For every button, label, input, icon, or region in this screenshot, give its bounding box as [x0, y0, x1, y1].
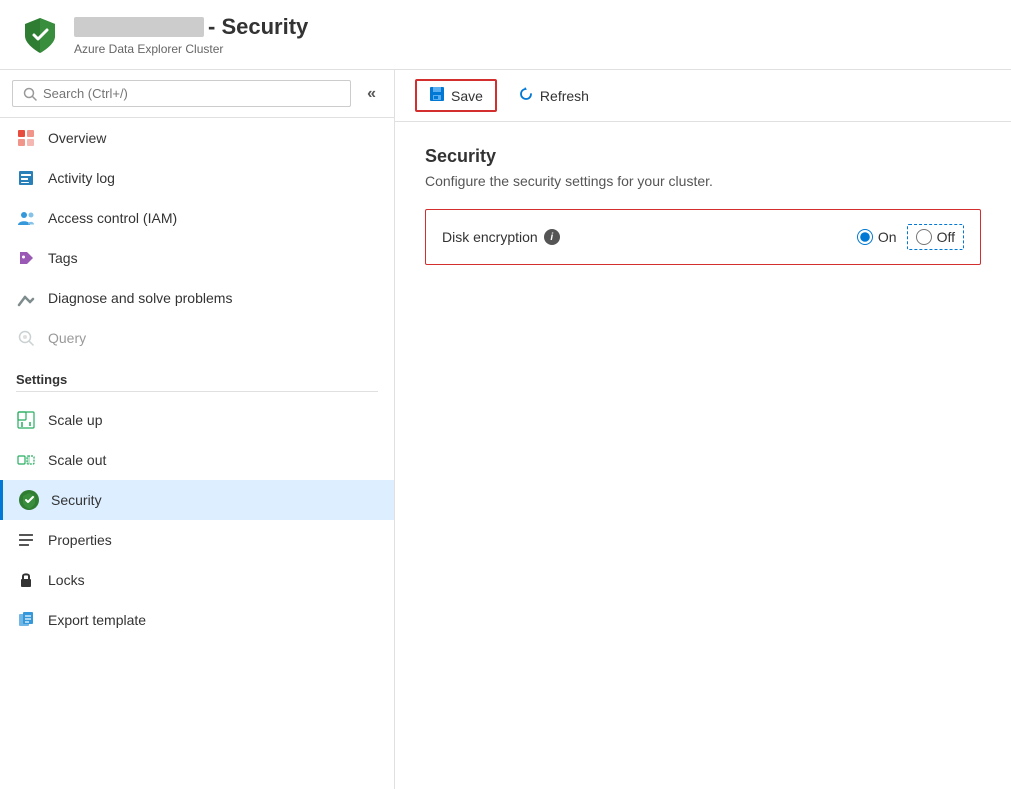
- sidebar-item-locks-label: Locks: [48, 572, 85, 588]
- sidebar-search-box[interactable]: [12, 80, 351, 107]
- security-nav-icon: [19, 490, 39, 510]
- header-subtitle: Azure Data Explorer Cluster: [74, 42, 308, 56]
- refresh-icon: [518, 86, 534, 105]
- refresh-button-label: Refresh: [540, 88, 589, 104]
- sidebar-item-properties[interactable]: Properties: [0, 520, 394, 560]
- sidebar-item-scale-out[interactable]: Scale out: [0, 440, 394, 480]
- refresh-button[interactable]: Refresh: [505, 80, 602, 111]
- disk-encryption-label: Disk encryption i: [442, 229, 857, 245]
- sidebar-item-tags-label: Tags: [48, 250, 78, 266]
- sidebar-item-diagnose[interactable]: Diagnose and solve problems: [0, 278, 394, 318]
- collapse-button[interactable]: «: [361, 81, 382, 107]
- sidebar-search-row: «: [0, 70, 394, 118]
- sidebar-item-locks[interactable]: Locks: [0, 560, 394, 600]
- disk-encryption-off-label: Off: [937, 229, 955, 245]
- sidebar: « Overview Activity log: [0, 70, 395, 789]
- disk-encryption-info-icon[interactable]: i: [544, 229, 560, 245]
- sidebar-item-overview[interactable]: Overview: [0, 118, 394, 158]
- disk-encryption-on-label: On: [878, 229, 897, 245]
- sidebar-item-scale-up[interactable]: Scale up: [0, 400, 394, 440]
- save-button[interactable]: Save: [415, 79, 497, 112]
- tags-icon: [16, 248, 36, 268]
- sidebar-item-scale-up-label: Scale up: [48, 412, 102, 428]
- access-control-icon: [16, 208, 36, 228]
- sidebar-item-properties-label: Properties: [48, 532, 112, 548]
- sidebar-item-tags[interactable]: Tags: [0, 238, 394, 278]
- locks-icon: [16, 570, 36, 590]
- sidebar-item-access-control[interactable]: Access control (IAM): [0, 198, 394, 238]
- search-icon: [23, 87, 37, 101]
- header-title: - Security: [208, 14, 308, 40]
- sidebar-item-scale-out-label: Scale out: [48, 452, 106, 468]
- search-input[interactable]: [43, 86, 340, 101]
- main-container: « Overview Activity log: [0, 70, 1011, 789]
- disk-encryption-off-option[interactable]: Off: [916, 229, 955, 245]
- save-icon: [429, 86, 445, 105]
- settings-divider: [16, 391, 378, 392]
- toolbar: Save Refresh: [395, 70, 1011, 122]
- export-template-icon: [16, 610, 36, 630]
- sidebar-item-activity-log[interactable]: Activity log: [0, 158, 394, 198]
- scale-up-icon: [16, 410, 36, 430]
- activity-log-icon: [16, 168, 36, 188]
- scale-out-icon: [16, 450, 36, 470]
- sidebar-item-overview-label: Overview: [48, 130, 106, 146]
- disk-encryption-radio-group: On Off: [857, 224, 964, 250]
- overview-icon: [16, 128, 36, 148]
- disk-encryption-off-wrapper: Off: [907, 224, 964, 250]
- sidebar-item-export-template[interactable]: Export template: [0, 600, 394, 640]
- panel-description: Configure the security settings for your…: [425, 173, 981, 189]
- header: - Security Azure Data Explorer Cluster: [0, 0, 1011, 70]
- diagnose-icon: [16, 288, 36, 308]
- panel-title: Security: [425, 146, 981, 167]
- query-icon: [16, 328, 36, 348]
- content-area: Save Refresh Security Configure the secu…: [395, 70, 1011, 789]
- disk-encryption-on-option[interactable]: On: [857, 229, 897, 245]
- disk-encryption-on-radio[interactable]: [857, 229, 873, 245]
- sidebar-item-query: Query: [0, 318, 394, 358]
- content-panel: Security Configure the security settings…: [395, 122, 1011, 789]
- cluster-name-blurred: [74, 17, 204, 37]
- disk-encryption-off-radio[interactable]: [916, 229, 932, 245]
- sidebar-item-access-control-label: Access control (IAM): [48, 210, 177, 226]
- sidebar-item-diagnose-label: Diagnose and solve problems: [48, 290, 232, 306]
- sidebar-item-activity-log-label: Activity log: [48, 170, 115, 186]
- shield-icon: [20, 15, 60, 55]
- sidebar-item-security-label: Security: [51, 492, 102, 508]
- settings-section-header: Settings: [0, 358, 394, 391]
- disk-encryption-row: Disk encryption i On Off: [425, 209, 981, 265]
- save-button-label: Save: [451, 88, 483, 104]
- sidebar-item-query-label: Query: [48, 330, 86, 346]
- sidebar-item-security[interactable]: Security: [0, 480, 394, 520]
- sidebar-item-export-template-label: Export template: [48, 612, 146, 628]
- header-text-area: - Security Azure Data Explorer Cluster: [74, 14, 308, 56]
- properties-icon: [16, 530, 36, 550]
